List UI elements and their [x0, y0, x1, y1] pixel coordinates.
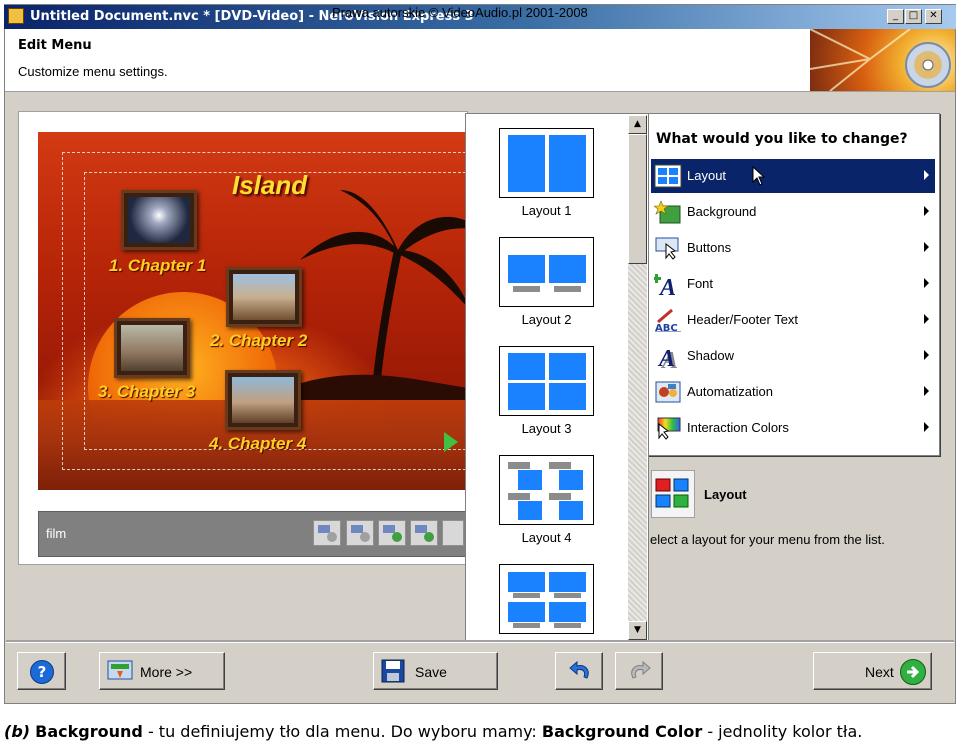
submenu-arrow-icon [924, 242, 929, 252]
next-button-label: Next [865, 664, 894, 680]
font-icon: A [654, 274, 676, 296]
disc-icon [810, 29, 951, 91]
submenu-arrow-icon [924, 422, 929, 432]
scroll-up-arrow-icon[interactable]: ▲ [628, 115, 647, 134]
caption-text-1: - tu definiujemy tło dla menu. Do wyboru… [142, 722, 542, 741]
more-button[interactable]: More >> [99, 652, 225, 690]
chapter-3-label[interactable]: 3. Chapter 3 [98, 382, 195, 402]
layout-1-label[interactable]: Layout 1 [499, 203, 594, 218]
more-button-label: More >> [140, 664, 193, 680]
submenu-arrow-icon [924, 170, 929, 180]
menu-item-layout[interactable]: Layout [651, 159, 935, 193]
layout-3-label[interactable]: Layout 3 [499, 421, 594, 436]
description-title: Layout [704, 487, 747, 502]
svg-text:A: A [657, 346, 675, 368]
layout-4-label[interactable]: Layout 4 [499, 530, 594, 545]
layout-icon [654, 164, 682, 188]
minimize-button[interactable]: _ [887, 9, 904, 24]
chapter-2-label[interactable]: 2. Chapter 2 [210, 331, 307, 351]
copyright-watermark: Prawa autorskie © VideoAudio.pl 2001-200… [332, 5, 588, 20]
menu-item-label: Shadow [687, 348, 734, 363]
more-options-icon [107, 660, 133, 680]
layout-2-label[interactable]: Layout 2 [499, 312, 594, 327]
buttons-icon [655, 237, 679, 260]
menu-item-label: Automatization [687, 384, 773, 399]
submenu-arrow-icon [924, 314, 929, 324]
header-footer-icon: ABC [655, 308, 681, 332]
maximize-button[interactable]: □ [905, 9, 922, 24]
menu-item-label: Background [687, 204, 757, 219]
background-icon [654, 200, 681, 224]
menu-title-text[interactable]: Island [232, 170, 307, 201]
save-button-label: Save [415, 664, 447, 680]
app-icon [8, 8, 24, 24]
layout-1-thumbnail[interactable] [499, 128, 594, 198]
menu-item-buttons[interactable]: Buttons [651, 231, 935, 265]
menu-item-automatization[interactable]: Automatization [651, 375, 935, 409]
next-arrow-icon [900, 659, 926, 685]
undo-icon [569, 660, 589, 679]
menu-item-label: Buttons [687, 240, 732, 255]
svg-text:ABC: ABC [655, 323, 678, 332]
settings-button[interactable] [442, 520, 464, 546]
scrollbar-thumb[interactable] [628, 134, 647, 264]
redo-button[interactable] [615, 652, 663, 690]
menu-item-background[interactable]: Background [651, 195, 935, 229]
help-icon: ? [30, 660, 54, 684]
chapter-3-thumbnail[interactable] [114, 318, 190, 378]
mouse-cursor-icon [752, 166, 766, 186]
redo-icon [631, 660, 651, 679]
save-button[interactable]: Save [373, 652, 498, 690]
help-button[interactable]: ? [17, 652, 66, 690]
menu-item-label: Interaction Colors [687, 420, 789, 435]
caption-term-background: Background [35, 722, 143, 741]
save-floppy-icon [381, 659, 405, 683]
caption-term-background-color: Background Color [541, 722, 703, 741]
menu-item-font[interactable]: A Font [651, 267, 935, 301]
description-text: elect a layout for your menu from the li… [650, 532, 885, 547]
previous-page-button[interactable] [346, 520, 374, 546]
menu-item-label: Layout [687, 168, 727, 183]
button-bar-divider [6, 640, 954, 643]
menu-item-header-footer-text[interactable]: ABC Header/Footer Text [651, 303, 935, 337]
shadow-icon: AA [657, 346, 678, 368]
scroll-down-arrow-icon[interactable]: ▼ [628, 621, 647, 640]
menu-heading: What would you like to change? [656, 131, 908, 147]
last-page-button[interactable] [410, 520, 438, 546]
next-button[interactable]: Next [813, 652, 932, 690]
chapter-1-thumbnail[interactable] [121, 190, 197, 250]
undo-button[interactable] [555, 652, 603, 690]
first-page-button[interactable] [313, 520, 341, 546]
automatization-icon [655, 381, 681, 403]
layout-5-thumbnail[interactable] [499, 564, 594, 634]
next-page-arrow-icon[interactable] [444, 432, 458, 452]
layout-3-thumbnail[interactable] [499, 346, 594, 416]
caption-text-2: - jednolity kolor tła. [702, 722, 863, 741]
layout-description-icon [651, 470, 695, 518]
menu-item-label: Header/Footer Text [687, 312, 799, 327]
submenu-arrow-icon [924, 386, 929, 396]
chapter-4-label[interactable]: 4. Chapter 4 [209, 434, 306, 454]
interaction-colors-icon [657, 417, 681, 440]
layout-4-thumbnail[interactable] [499, 455, 594, 525]
next-page-button[interactable] [378, 520, 406, 546]
menu-item-interaction-colors[interactable]: Interaction Colors [651, 411, 935, 445]
page-subtitle: Customize menu settings. [18, 64, 168, 79]
submenu-arrow-icon [924, 206, 929, 216]
preview-title-label: film [46, 526, 67, 541]
close-button[interactable]: ✕ [925, 9, 942, 24]
figure-caption: (b) Background - tu definiujemy tło dla … [4, 722, 862, 741]
caption-label: (b) [4, 722, 31, 741]
menu-item-label: Font [687, 276, 714, 291]
chapter-2-thumbnail[interactable] [226, 267, 302, 327]
submenu-arrow-icon [924, 278, 929, 288]
menu-item-shadow[interactable]: AA Shadow [651, 339, 935, 373]
submenu-arrow-icon [924, 350, 929, 360]
layout-2-thumbnail[interactable] [499, 237, 594, 307]
header-banner-image [810, 29, 955, 91]
page-title: Edit Menu [18, 38, 92, 53]
chapter-4-thumbnail[interactable] [225, 370, 301, 430]
chapter-1-label[interactable]: 1. Chapter 1 [109, 256, 206, 276]
